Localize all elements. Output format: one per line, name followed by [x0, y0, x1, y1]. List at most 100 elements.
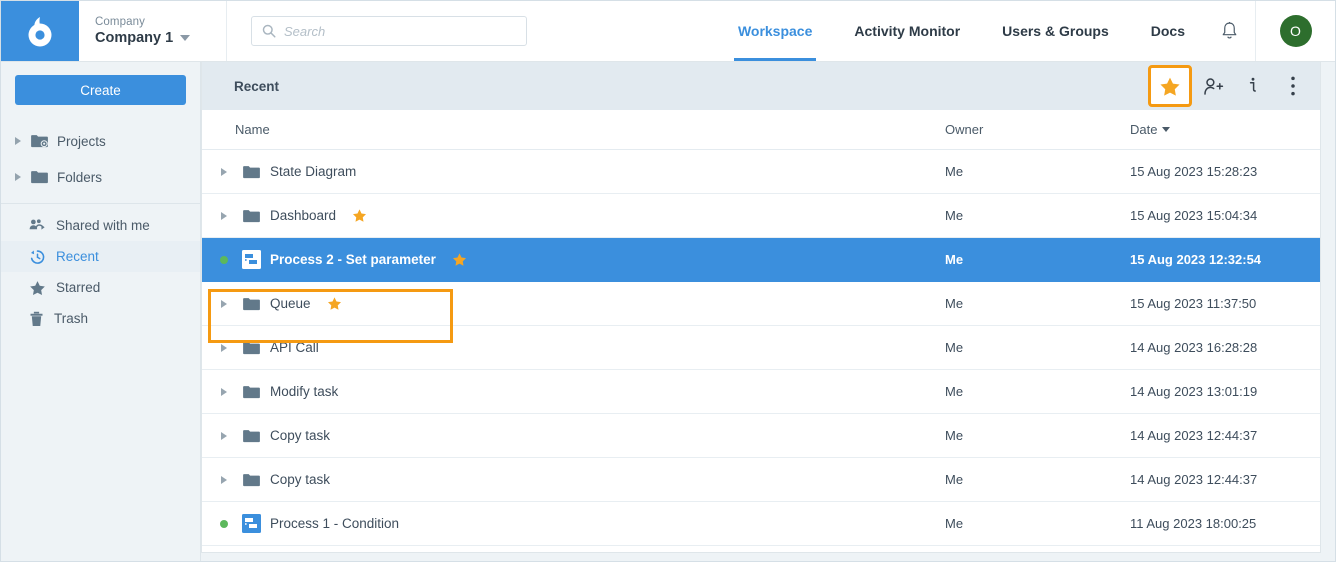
row-date-cell: 14 Aug 2023 12:44:37 [1130, 472, 1258, 487]
column-header-date[interactable]: Date [1130, 122, 1320, 137]
row-owner-cell: Me [945, 164, 964, 179]
row-name-cell: Dashboard [202, 208, 945, 223]
nav-item-users-groups[interactable]: Users & Groups [981, 1, 1130, 61]
add-user-icon [1203, 77, 1223, 95]
row-name-cell: State Diagram [202, 164, 945, 179]
notification-bell-icon [1222, 21, 1237, 39]
chevron-right-icon[interactable] [216, 299, 232, 308]
sidebar-divider [1, 203, 200, 204]
company-selector[interactable]: Company Company 1 [79, 1, 227, 61]
row-label: Copy task [270, 428, 331, 443]
share-button[interactable] [1196, 69, 1230, 103]
row-label: Process 2 - Set parameter [270, 252, 436, 267]
nav-item-workspace[interactable]: Workspace [717, 1, 833, 61]
folder-icon [240, 209, 262, 223]
column-header-owner[interactable]: Owner [945, 122, 1130, 137]
info-icon [1249, 77, 1256, 92]
star-icon[interactable] [327, 296, 342, 311]
folder-icon [240, 341, 262, 355]
sidebar-item-label: Folders [57, 169, 103, 185]
top-header: Company Company 1 Search Workspace Activ… [1, 1, 1335, 62]
create-button[interactable]: Create [15, 75, 186, 105]
folder-icon [240, 165, 262, 179]
chevron-right-icon[interactable] [216, 431, 232, 440]
sidebar-item-label: Shared with me [56, 218, 150, 233]
page-body: Create Projects Folders Shared with me R… [1, 62, 1335, 561]
table-row[interactable]: Process 1 - Condition Me 11 Aug 2023 18:00… [202, 502, 1320, 546]
row-owner-cell: Me [945, 340, 964, 355]
sidebar-item-label: Trash [54, 311, 89, 326]
row-name-cell: Queue [202, 296, 945, 311]
row-name-cell: Process 1 - Condition [202, 514, 945, 533]
row-owner-cell: Me [945, 516, 964, 531]
row-name-cell: Process 2 - Set parameter [202, 250, 945, 269]
recent-clock-icon [30, 249, 45, 264]
row-label: Queue [270, 296, 311, 311]
panel-title: Recent [234, 78, 280, 94]
table-row[interactable]: Process 2 - Set parameter Me 15 Aug 2023 1… [202, 238, 1320, 282]
sidebar-item-label: Recent [56, 249, 99, 264]
column-header-name[interactable]: Name [202, 122, 945, 137]
trash-icon [30, 311, 43, 326]
star-icon[interactable] [452, 252, 467, 267]
chevron-right-icon[interactable] [15, 173, 21, 181]
search-icon [262, 24, 276, 38]
chevron-right-icon[interactable] [216, 387, 232, 396]
row-date-cell: 15 Aug 2023 15:28:23 [1130, 164, 1258, 179]
row-date-cell: 15 Aug 2023 15:04:34 [1130, 208, 1258, 223]
brand-logo[interactable] [1, 1, 79, 61]
folder-icon [31, 171, 48, 184]
recent-panel: Recent Name Owner Date State Diagram Me … [201, 62, 1321, 553]
row-owner-cell: Me [945, 208, 964, 223]
status-dot-icon [216, 519, 232, 528]
row-name-cell: Copy task [202, 428, 945, 443]
chevron-right-icon[interactable] [216, 343, 232, 352]
table-row[interactable]: Copy task Me 14 Aug 2023 12:44:37 [202, 458, 1320, 502]
row-date-cell: 15 Aug 2023 12:32:54 [1130, 252, 1262, 267]
folder-icon [240, 297, 262, 311]
table-row[interactable]: API Call Me 14 Aug 2023 16:28:28 [202, 326, 1320, 370]
sidebar-item-folders[interactable]: Folders [1, 159, 200, 195]
row-owner-cell: Me [945, 428, 964, 443]
row-date-cell: 11 Aug 2023 18:00:25 [1130, 516, 1257, 531]
chevron-right-icon[interactable] [216, 475, 232, 484]
user-avatar-container[interactable]: O [1255, 1, 1335, 61]
row-label: Dashboard [270, 208, 337, 223]
notifications-button[interactable] [1206, 1, 1255, 61]
more-button[interactable] [1276, 69, 1310, 103]
table-row[interactable]: Modify task Me 14 Aug 2023 13:01:19 [202, 370, 1320, 414]
star-button[interactable] [1148, 65, 1192, 107]
sidebar-item-starred[interactable]: Starred [1, 272, 200, 303]
info-button[interactable] [1236, 69, 1270, 103]
table-row[interactable]: State Diagram Me 15 Aug 2023 15:28:23 [202, 150, 1320, 194]
row-owner-cell: Me [945, 296, 964, 311]
chevron-right-icon[interactable] [216, 167, 232, 176]
search-input[interactable]: Search [251, 16, 527, 46]
company-label: Company [95, 16, 145, 28]
row-date-cell: 14 Aug 2023 16:28:28 [1130, 340, 1258, 355]
nav-item-docs[interactable]: Docs [1130, 1, 1206, 61]
folder-icon [240, 429, 262, 443]
chevron-right-icon[interactable] [216, 211, 232, 220]
process-icon [240, 514, 262, 533]
search-container: Search [227, 1, 527, 61]
sidebar-item-projects[interactable]: Projects [1, 123, 200, 159]
row-date-cell: 15 Aug 2023 11:37:50 [1130, 296, 1257, 311]
row-owner-cell: Me [945, 384, 964, 399]
row-label: API Call [270, 340, 319, 355]
nav-item-activity-monitor[interactable]: Activity Monitor [833, 1, 981, 61]
table-row[interactable]: Dashboard Me 15 Aug 2023 15:04:34 [202, 194, 1320, 238]
chevron-right-icon[interactable] [15, 137, 21, 145]
table-row[interactable]: Copy task Me 14 Aug 2023 12:44:37 [202, 414, 1320, 458]
row-label: Modify task [270, 384, 339, 399]
row-date-cell: 14 Aug 2023 12:44:37 [1130, 428, 1258, 443]
star-icon[interactable] [352, 208, 367, 223]
company-name: Company 1 [95, 30, 174, 46]
row-owner-cell: Me [945, 472, 964, 487]
table-row[interactable]: Queue Me 15 Aug 2023 11:37:50 [202, 282, 1320, 326]
sidebar-item-shared-with-me[interactable]: Shared with me [1, 210, 200, 241]
sidebar-item-recent[interactable]: Recent [1, 241, 200, 272]
sidebar-item-trash[interactable]: Trash [1, 303, 200, 334]
more-vertical-icon [1291, 76, 1295, 96]
shared-users-icon [29, 219, 45, 230]
